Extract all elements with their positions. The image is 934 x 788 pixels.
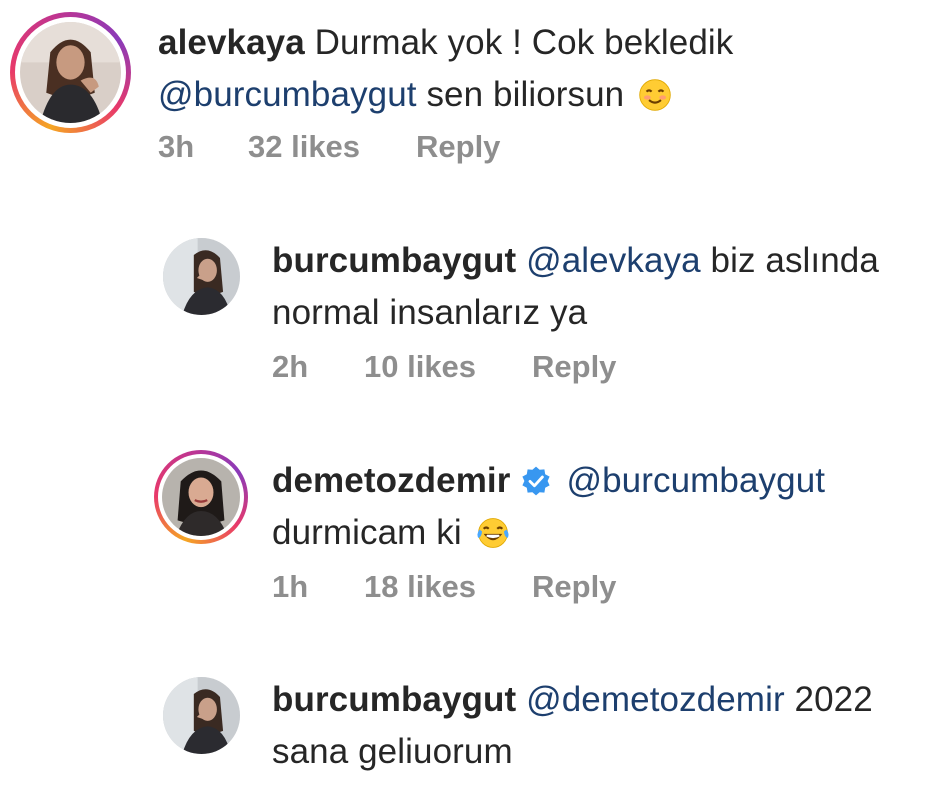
smiling-face-emoji-icon [638,75,672,111]
comment-likes[interactable]: 10 likes [364,349,476,385]
comment-text: durmicam ki [272,513,462,552]
reply-button[interactable]: Reply [416,129,500,165]
avatar[interactable] [154,450,248,544]
comment-text: sana geliuorum [272,732,513,771]
avatar[interactable] [163,677,240,754]
mention-link[interactable]: @burcumbaygut [158,75,417,114]
comment-text: normal insanlarız ya [272,293,588,332]
mention-link[interactable]: @burcumbaygut [566,461,825,500]
comment-username[interactable]: demetozdemir [272,461,510,500]
avatar[interactable] [163,238,240,315]
face-with-tears-of-joy-emoji-icon [476,513,510,548]
comment-text: 2022 [794,680,873,719]
verified-badge-icon [520,460,552,496]
comment-text: sen biliorsun [426,75,625,114]
comment-text: biz aslında [710,241,879,280]
comment-username[interactable]: burcumbaygut [272,241,516,280]
comment-text: Durmak yok ! Cok bekledik [314,23,734,62]
comment-timestamp: 1h [272,569,309,604]
comment-timestamp: 3h [158,129,195,164]
reply-button[interactable]: Reply [532,569,616,605]
avatar[interactable] [10,12,131,133]
comment-likes[interactable]: 32 likes [248,129,360,165]
comment-likes[interactable]: 18 likes [364,569,476,605]
mention-link[interactable]: @alevkaya [526,241,701,280]
mention-link[interactable]: @demetozdemir [526,680,785,719]
comment-username[interactable]: burcumbaygut [272,680,516,719]
comment-timestamp: 2h [272,349,309,384]
comment-username[interactable]: alevkaya [158,23,305,62]
reply-button[interactable]: Reply [532,349,616,385]
